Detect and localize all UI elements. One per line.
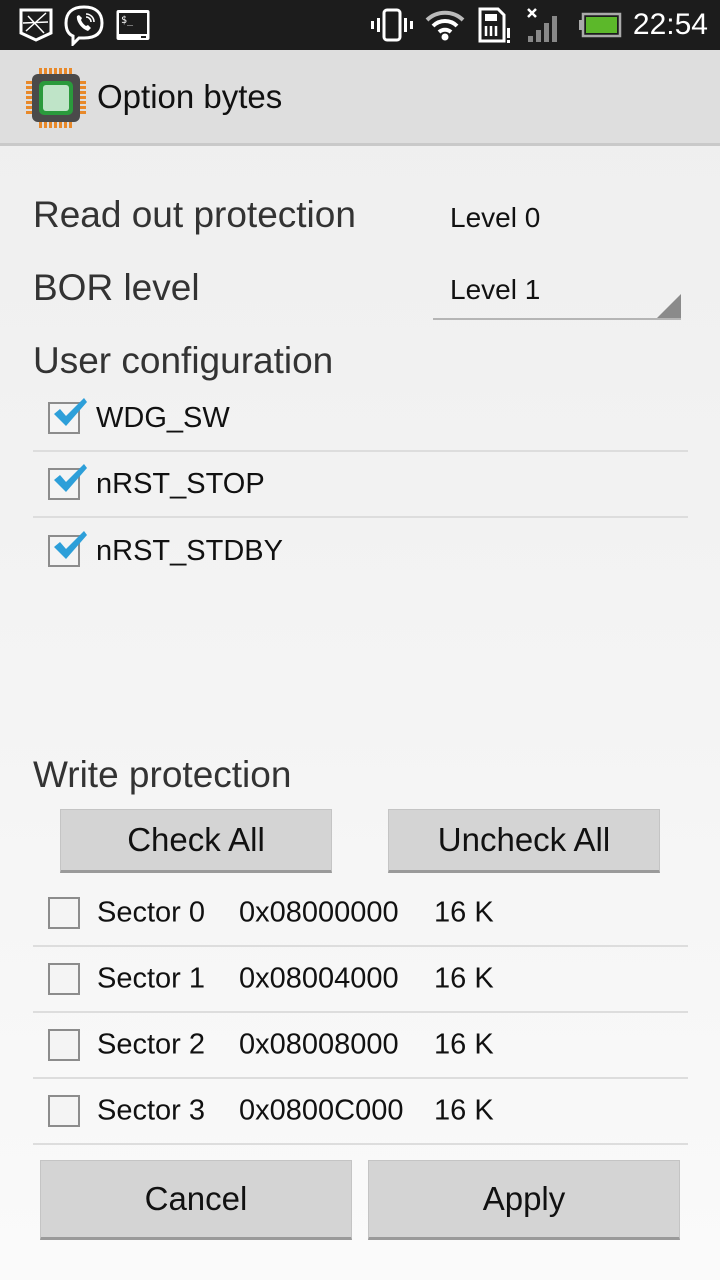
sector-row-1[interactable]: Sector 1 0x08004000 16 K [33, 947, 688, 1013]
user-config-item-nrst-stdby[interactable]: nRST_STDBY [33, 518, 688, 584]
battery-icon [578, 6, 622, 44]
sector-name: Sector 0 [97, 896, 205, 929]
sector-size: 16 K [434, 962, 494, 995]
checkbox[interactable] [48, 398, 87, 434]
checkmark-icon [54, 398, 87, 426]
wifi-icon [424, 6, 466, 44]
checkbox-label: WDG_SW [96, 401, 230, 434]
checkbox-label: nRST_STOP [96, 467, 265, 500]
checkbox[interactable] [48, 1095, 80, 1127]
sector-row-0[interactable]: Sector 0 0x08000000 16 K [33, 881, 688, 947]
sector-size: 16 K [434, 896, 494, 929]
write-protection-title: Write protection [33, 754, 292, 795]
clock: 22:54 [632, 8, 708, 41]
uncheck-all-button[interactable]: Uncheck All [388, 809, 660, 873]
checkbox[interactable] [48, 531, 87, 567]
status-bar: $_ 22:54 [0, 0, 720, 50]
read-out-protection-label: Read out protection [33, 194, 356, 235]
chip-icon [24, 66, 88, 130]
checkbox-label: nRST_STDBY [96, 534, 283, 567]
user-config-item-wdg-sw[interactable]: WDG_SW [33, 386, 688, 452]
checkbox[interactable] [48, 897, 80, 929]
sector-address: 0x08000000 [239, 896, 399, 929]
checkbox[interactable] [48, 963, 80, 995]
sector-row-3[interactable]: Sector 3 0x0800C000 16 K [33, 1079, 688, 1145]
terminal-icon: $_ [114, 6, 152, 44]
page-title: Option bytes [97, 78, 283, 115]
sector-name: Sector 2 [97, 1028, 205, 1061]
dropdown-arrow-icon [657, 294, 681, 318]
sector-address: 0x08008000 [239, 1028, 399, 1061]
sector-size: 16 K [434, 1028, 494, 1061]
cancel-button[interactable]: Cancel [40, 1160, 352, 1240]
sector-address: 0x08004000 [239, 962, 399, 995]
sector-name: Sector 1 [97, 962, 205, 995]
check-all-button[interactable]: Check All [60, 809, 332, 873]
bor-level-selected: Level 1 [450, 274, 541, 305]
viber-icon [62, 5, 106, 46]
read-out-protection-value: Level 0 [450, 202, 541, 233]
checkbox[interactable] [48, 1029, 80, 1061]
bor-level-label: BOR level [33, 267, 200, 308]
user-configuration-title: User configuration [33, 340, 334, 381]
sim-card-alert-icon [476, 6, 512, 44]
checkmark-icon [54, 531, 87, 559]
user-config-item-nrst-stop[interactable]: nRST_STOP [33, 452, 688, 518]
signal-no-service-icon [526, 6, 564, 44]
bor-level-dropdown[interactable]: Level 1 [433, 268, 681, 320]
svg-text:$_: $_ [121, 15, 134, 26]
vibrate-icon [370, 6, 414, 44]
sector-name: Sector 3 [97, 1094, 205, 1127]
checkbox[interactable] [48, 464, 87, 500]
checkmark-icon [54, 464, 87, 492]
sector-row-2[interactable]: Sector 2 0x08008000 16 K [33, 1013, 688, 1079]
shield-app-icon [16, 6, 56, 44]
action-bar: Option bytes [0, 50, 720, 146]
sector-size: 16 K [434, 1094, 494, 1127]
sector-address: 0x0800C000 [239, 1094, 404, 1127]
apply-button[interactable]: Apply [368, 1160, 680, 1240]
